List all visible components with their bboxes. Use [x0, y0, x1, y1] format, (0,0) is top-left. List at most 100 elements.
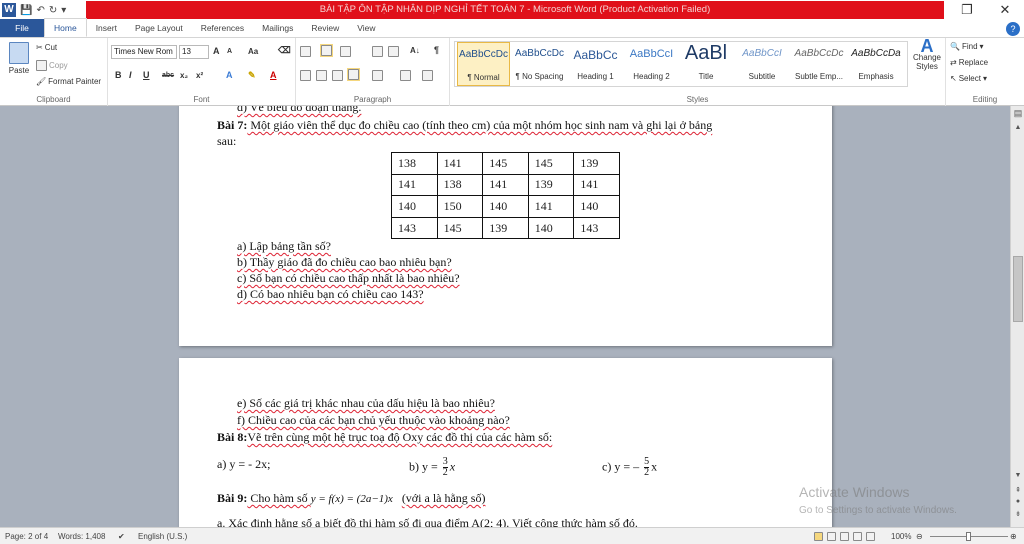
paste-icon: [9, 42, 29, 64]
zoom-in-icon[interactable]: ⊕: [1010, 532, 1017, 541]
tab-insert[interactable]: Insert: [87, 19, 126, 37]
redo-icon[interactable]: ↻: [49, 5, 57, 16]
vertical-scrollbar[interactable]: ▤ ▲ ▼ ⇞ ● ⇟: [1010, 106, 1024, 527]
justify-icon[interactable]: [347, 68, 360, 81]
shading-icon[interactable]: [400, 70, 411, 81]
font-name-select[interactable]: Times New Rom: [111, 45, 177, 59]
save-icon[interactable]: 💾: [20, 5, 32, 16]
paste-button[interactable]: Paste: [6, 42, 32, 75]
font-color-icon[interactable]: A: [270, 70, 277, 80]
tab-file[interactable]: File: [0, 19, 44, 37]
table-row: 143 145 139 140 143: [391, 216, 620, 240]
find-button[interactable]: 🔍 Find ▾: [950, 42, 984, 51]
line-spacing-icon[interactable]: [372, 70, 383, 81]
select-button[interactable]: ↖ Select ▾: [950, 74, 987, 83]
bai7-paragraph: Bài 7: Một giáo viên thể dục đo chiều ca…: [217, 118, 713, 132]
next-page-icon[interactable]: ⇟: [1011, 510, 1024, 518]
browse-object-icon[interactable]: ●: [1011, 498, 1024, 505]
style-normal[interactable]: AaBbCcDc ¶ Normal: [457, 42, 510, 86]
style-emphasis[interactable]: AaBbCcDa Emphasis: [848, 42, 904, 86]
decrease-indent-icon[interactable]: [372, 46, 383, 57]
brush-icon: 🖌: [36, 77, 47, 86]
zoom-slider-thumb[interactable]: [966, 532, 971, 541]
superscript-button[interactable]: x²: [196, 71, 203, 80]
subscript-button[interactable]: x₂: [180, 71, 188, 80]
shrink-font-button[interactable]: A: [227, 48, 232, 55]
customize-toolbar-icon[interactable]: ▾: [61, 5, 66, 16]
grow-font-button[interactable]: A: [213, 46, 220, 56]
page-count[interactable]: Page: 2 of 4: [5, 532, 48, 541]
clipboard-label: Clipboard: [36, 95, 71, 104]
strikethrough-button[interactable]: abc: [162, 72, 174, 79]
full-screen-reading-icon[interactable]: [827, 532, 836, 541]
bold-button[interactable]: B: [115, 70, 122, 80]
copy-button[interactable]: Copy: [36, 60, 68, 71]
align-center-icon[interactable]: [316, 70, 327, 81]
clear-formatting-icon[interactable]: ⌫: [278, 45, 291, 56]
change-case-button[interactable]: Aa: [248, 47, 258, 56]
word-app-icon[interactable]: W: [2, 3, 16, 17]
document-area[interactable]: d) Vẽ biểu đồ đoạn thẳng. Bài 7: Một giá…: [0, 106, 1010, 527]
restore-button[interactable]: ❐: [952, 2, 982, 18]
scroll-down-icon[interactable]: ▼: [1011, 472, 1024, 479]
scissors-icon: ✂: [36, 43, 43, 52]
question-f: f) Chiều cao của các bạn chủ yếu thuộc v…: [237, 413, 510, 427]
style-heading-1[interactable]: AaBbCc Heading 1: [568, 42, 623, 86]
cut-button[interactable]: ✂ Cut: [36, 43, 57, 52]
zoom-out-icon[interactable]: ⊖: [916, 532, 923, 541]
scroll-up-icon[interactable]: ▲: [1011, 124, 1024, 131]
highlight-icon[interactable]: ✎: [248, 70, 256, 81]
italic-button[interactable]: I: [129, 70, 132, 80]
scroll-thumb[interactable]: [1013, 256, 1023, 322]
paragraph-group: A↓ ¶ Paragraph: [296, 38, 450, 106]
multilevel-list-icon[interactable]: [340, 46, 351, 57]
style-subtle-emphasis[interactable]: AaBbCcDc Subtle Emp...: [791, 42, 847, 86]
tab-review[interactable]: Review: [302, 19, 348, 37]
ruler-toggle-icon[interactable]: ▤: [1011, 108, 1024, 119]
close-button[interactable]: ✕: [990, 2, 1020, 18]
align-right-icon[interactable]: [332, 70, 343, 81]
align-left-icon[interactable]: [300, 70, 311, 81]
style-heading-2[interactable]: AaBbCcI Heading 2: [624, 42, 679, 86]
increase-indent-icon[interactable]: [388, 46, 399, 57]
undo-icon[interactable]: ↶: [36, 5, 44, 16]
draft-icon[interactable]: [866, 532, 875, 541]
change-styles-button[interactable]: A Change Styles: [912, 37, 942, 71]
text-effects-icon[interactable]: A: [226, 70, 233, 80]
page-1[interactable]: d) Vẽ biểu đồ đoạn thẳng. Bài 7: Một giá…: [179, 106, 832, 346]
sort-button[interactable]: A↓: [410, 46, 420, 55]
zoom-level[interactable]: 100%: [891, 532, 911, 541]
tab-mailings[interactable]: Mailings: [253, 19, 302, 37]
replace-button[interactable]: ⇄ Replace: [950, 58, 988, 67]
language[interactable]: English (U.S.): [138, 532, 187, 541]
tab-page-layout[interactable]: Page Layout: [126, 19, 192, 37]
style-title[interactable]: AaBl Title: [680, 42, 732, 86]
tab-view[interactable]: View: [348, 19, 384, 37]
underline-button[interactable]: U: [143, 70, 150, 80]
style-no-spacing[interactable]: AaBbCcDc ¶ No Spacing: [512, 42, 567, 86]
function-c: c) y = – 52x: [602, 456, 658, 478]
question-d: d) Có bao nhiêu bạn có chiều cao 143?: [237, 287, 424, 301]
borders-icon[interactable]: [422, 70, 433, 81]
show-marks-button[interactable]: ¶: [434, 45, 439, 55]
numbering-icon[interactable]: [320, 44, 333, 57]
tab-home[interactable]: Home: [44, 18, 87, 37]
outline-icon[interactable]: [853, 532, 862, 541]
format-painter-button[interactable]: 🖌 Format Painter: [36, 77, 101, 86]
question-a: a) Lập bảng tần số?: [237, 239, 331, 253]
web-layout-icon[interactable]: [840, 532, 849, 541]
previous-page-icon[interactable]: ⇞: [1011, 486, 1024, 494]
tab-references[interactable]: References: [192, 19, 253, 37]
spelling-icon[interactable]: ✔: [118, 532, 125, 541]
bai9-paragraph: Bài 9: Cho hàm số y = f(x) = (2a−1)x (vớ…: [217, 491, 486, 505]
word-count[interactable]: Words: 1,408: [58, 532, 105, 541]
quick-access-toolbar: W 💾 ↶ ↻ ▾: [2, 2, 66, 18]
help-icon[interactable]: ?: [1006, 22, 1020, 36]
cursor-icon: ↖: [950, 74, 957, 83]
print-layout-icon[interactable]: [814, 532, 823, 541]
page-2[interactable]: e) Số các giá trị khác nhau của dấu hiệu…: [179, 358, 832, 527]
bullets-icon[interactable]: [300, 46, 311, 57]
activation-watermark-subtitle: Go to Settings to activate Windows.: [799, 505, 957, 516]
font-size-select[interactable]: 13: [179, 45, 209, 59]
style-subtitle[interactable]: AaBbCcI Subtitle: [734, 42, 790, 86]
